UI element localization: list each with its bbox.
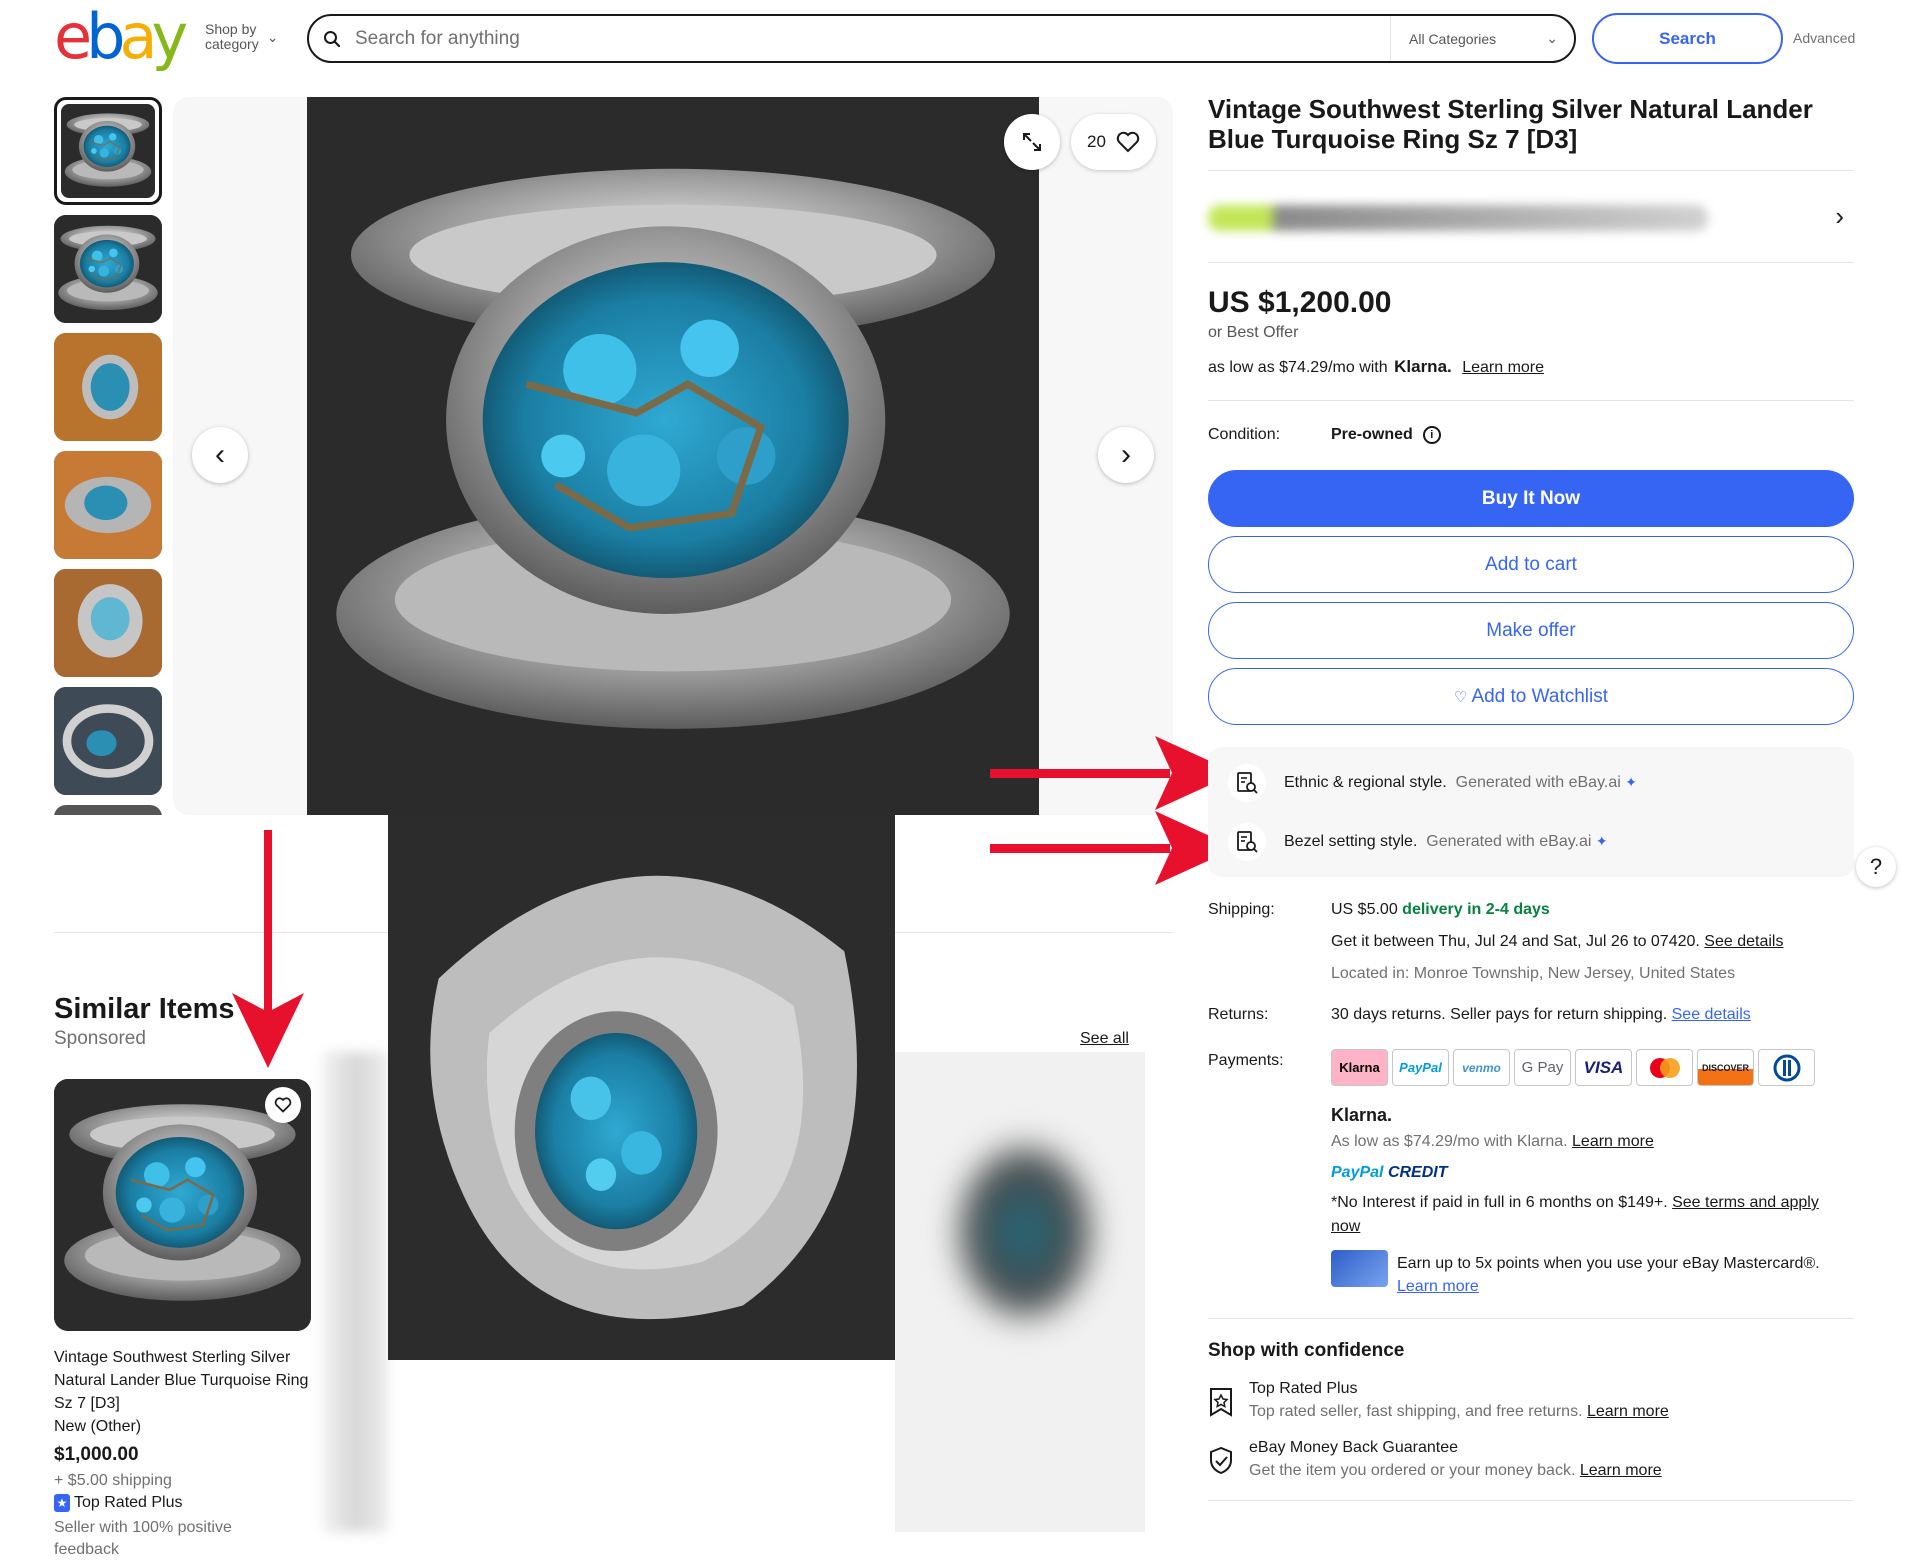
delivery-speed: delivery in 2-4 days <box>1402 901 1550 918</box>
divider <box>1208 1318 1854 1319</box>
paypal-credit-detail: *No Interest if paid in full in 6 months… <box>1331 1194 1668 1211</box>
ebay-mastercard-learn-more-link[interactable]: Learn more <box>1397 1278 1479 1295</box>
klarna-payment-learn-more-link[interactable]: Learn more <box>1572 1133 1654 1150</box>
shipping-see-details-link[interactable]: See details <box>1704 933 1783 950</box>
document-search-icon <box>1228 764 1266 802</box>
ai-generated-note: Generated with eBay.ai <box>1455 774 1621 791</box>
top-rated-desc-text: Top rated seller, fast shipping, and fre… <box>1249 1403 1583 1420</box>
diners-club-logo <box>1758 1049 1815 1086</box>
listing-title: Vintage Southwest Sterling Silver Natura… <box>1208 94 1813 154</box>
klarna-prefix: as low as $74.29/mo with <box>1208 359 1388 376</box>
paypal-credit-brand: PayPal <box>1331 1164 1384 1181</box>
help-button[interactable]: ? <box>1856 847 1896 887</box>
returns-text: 30 days returns. Seller pays for return … <box>1331 1006 1668 1023</box>
shield-check-icon <box>1208 1446 1234 1476</box>
money-back-desc: Get the item you ordered or your money b… <box>1249 1462 1662 1480</box>
klarna-brand: Klarna. <box>1394 357 1452 376</box>
condition-value: Pre-owned i <box>1331 426 1441 444</box>
discover-logo: DISCOVER <box>1697 1049 1754 1086</box>
top-rated-desc: Top rated seller, fast shipping, and fre… <box>1249 1403 1669 1421</box>
klarna-financing: as low as $74.29/mo with Klarna. Learn m… <box>1208 357 1544 377</box>
ai-generated-note: Generated with eBay.ai <box>1426 833 1592 850</box>
google-pay-logo: G Pay <box>1514 1049 1571 1086</box>
paypal-terms-link[interactable]: See terms and apply <box>1672 1194 1819 1211</box>
chevron-right-icon: › <box>1835 201 1844 231</box>
mastercard-logo <box>1636 1049 1693 1086</box>
seller-info-row[interactable]: › <box>1208 170 1854 263</box>
make-offer-button[interactable]: Make offer <box>1208 602 1854 659</box>
heart-icon: ♡ <box>1453 688 1468 706</box>
shipping-label: Shipping: <box>1208 901 1275 918</box>
shop-with-confidence-title: Shop with confidence <box>1208 1340 1405 1361</box>
payment-logos: Klarna PayPal venmo G Pay VISA DISCOVER <box>1331 1049 1815 1086</box>
ai-insight-row: Bezel setting style. Generated with eBay… <box>1228 823 1608 861</box>
sparkle-icon: ✦ <box>1625 774 1637 790</box>
paypal-terms-link-cont[interactable]: now <box>1331 1218 1360 1235</box>
ai-insights-box: Ethnic & regional style. Generated with … <box>1208 747 1854 877</box>
info-icon[interactable]: i <box>1422 426 1441 444</box>
document-search-icon <box>1228 823 1266 861</box>
listing-price: US $1,200.00 <box>1208 286 1392 319</box>
ai-insight-row: Ethnic & regional style. Generated with … <box>1228 764 1637 802</box>
returns-policy: 30 days returns. Seller pays for return … <box>1331 1006 1751 1024</box>
money-back-title: eBay Money Back Guarantee <box>1249 1439 1459 1456</box>
paypal-logo: PayPal <box>1392 1049 1449 1086</box>
klarna-payment-detail: As low as $74.29/mo with Klarna. <box>1331 1133 1568 1150</box>
ebay-mastercard-offer: Earn up to 5x points when you use your e… <box>1397 1252 1852 1298</box>
condition-label: Condition: <box>1208 426 1281 443</box>
divider <box>1208 1500 1854 1501</box>
delivery-estimate-text: Get it between Thu, Jul 24 and Sat, Jul … <box>1331 933 1700 950</box>
money-back-desc-text: Get the item you ordered or your money b… <box>1249 1462 1576 1479</box>
klarna-payment-text: As low as $74.29/mo with Klarna. Learn m… <box>1331 1133 1654 1151</box>
buy-it-now-button[interactable]: Buy It Now <box>1208 470 1854 527</box>
paypal-credit-text: *No Interest if paid in full in 6 months… <box>1331 1191 1851 1239</box>
top-rated-title: Top Rated Plus <box>1249 1380 1358 1397</box>
venmo-logo: venmo <box>1453 1049 1510 1086</box>
klarna-logo: Klarna <box>1331 1049 1388 1086</box>
klarna-heading: Klarna. <box>1331 1105 1393 1125</box>
best-offer-label: or Best Offer <box>1208 324 1299 341</box>
add-to-watchlist-button[interactable]: ♡ Add to Watchlist <box>1208 668 1854 725</box>
divider <box>1208 400 1854 401</box>
klarna-learn-more-link[interactable]: Learn more <box>1462 359 1544 376</box>
paypal-credit-word: CREDIT <box>1387 1164 1448 1181</box>
top-rated-learn-more-link[interactable]: Learn more <box>1587 1403 1669 1420</box>
ebay-mastercard-icon <box>1331 1250 1388 1287</box>
sparkle-icon: ✦ <box>1595 833 1608 849</box>
add-to-watchlist-label: Add to Watchlist <box>1471 685 1609 707</box>
shipping-price: US $5.00 <box>1331 901 1398 918</box>
seller-info-redacted <box>1208 205 1708 231</box>
shipping-cost: US $5.00 delivery in 2-4 days <box>1331 901 1550 919</box>
top-rated-badge-icon <box>1208 1387 1234 1417</box>
add-to-cart-button[interactable]: Add to cart <box>1208 536 1854 593</box>
returns-see-details-link[interactable]: See details <box>1672 1006 1751 1023</box>
payments-label: Payments: <box>1208 1052 1284 1069</box>
item-location: Located in: Monroe Township, New Jersey,… <box>1331 965 1736 982</box>
money-back-learn-more-link[interactable]: Learn more <box>1580 1462 1662 1479</box>
ai-insight-label: Bezel setting style. <box>1284 833 1418 850</box>
condition-text: Pre-owned <box>1331 426 1413 443</box>
visa-logo: VISA <box>1575 1049 1632 1086</box>
ai-insight-label: Ethnic & regional style. <box>1284 774 1447 791</box>
paypal-credit-logo: PayPal CREDIT <box>1331 1164 1448 1182</box>
delivery-estimate: Get it between Thu, Jul 24 and Sat, Jul … <box>1331 933 1783 951</box>
returns-label: Returns: <box>1208 1006 1269 1023</box>
ebay-mastercard-text: Earn up to 5x points when you use your e… <box>1397 1255 1820 1272</box>
